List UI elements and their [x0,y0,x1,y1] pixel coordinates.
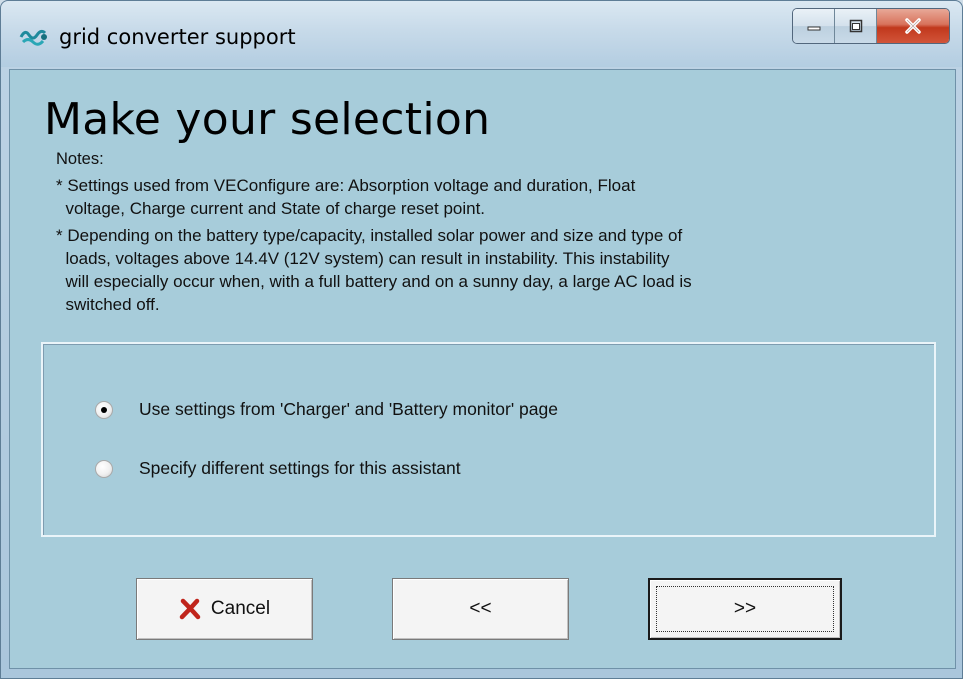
notes-label: Notes: [56,150,104,168]
cancel-button[interactable]: Cancel [136,578,313,640]
option-use-existing-settings[interactable]: Use settings from 'Charger' and 'Battery… [95,399,558,420]
focus-rectangle [656,586,834,632]
close-icon [905,18,921,34]
close-button[interactable] [877,9,949,43]
option-label: Use settings from 'Charger' and 'Battery… [139,399,558,419]
radio-button[interactable] [95,459,113,478]
back-label: << [469,598,492,619]
back-button[interactable]: << [392,578,569,640]
note-text: * Settings used from VEConfigure are: Ab… [56,176,636,218]
window-title: grid converter support [59,25,296,49]
options-group: Use settings from 'Charger' and 'Battery… [41,342,936,537]
option-label: Specify different settings for this assi… [139,458,461,478]
window-controls [792,8,950,44]
victron-app-icon [19,29,47,46]
cancel-x-icon [179,598,201,620]
dialog-window: grid converter support Make your selecti… [0,0,963,679]
maximize-button[interactable] [835,9,877,43]
minimize-icon [807,26,820,31]
note-text: * Depending on the battery type/capacity… [56,226,692,314]
minimize-button[interactable] [793,9,835,43]
radio-button-selected[interactable] [95,400,113,419]
cancel-label: Cancel [210,598,271,619]
option-specify-different-settings[interactable]: Specify different settings for this assi… [95,458,461,479]
next-button[interactable]: >> [648,578,842,640]
title-bar[interactable]: grid converter support [1,1,962,67]
maximize-icon [849,19,862,33]
page-heading: Make your selection [44,94,491,145]
dialog-content: Make your selection Notes: * Settings us… [9,69,956,669]
radio-selected-dot [101,406,107,413]
